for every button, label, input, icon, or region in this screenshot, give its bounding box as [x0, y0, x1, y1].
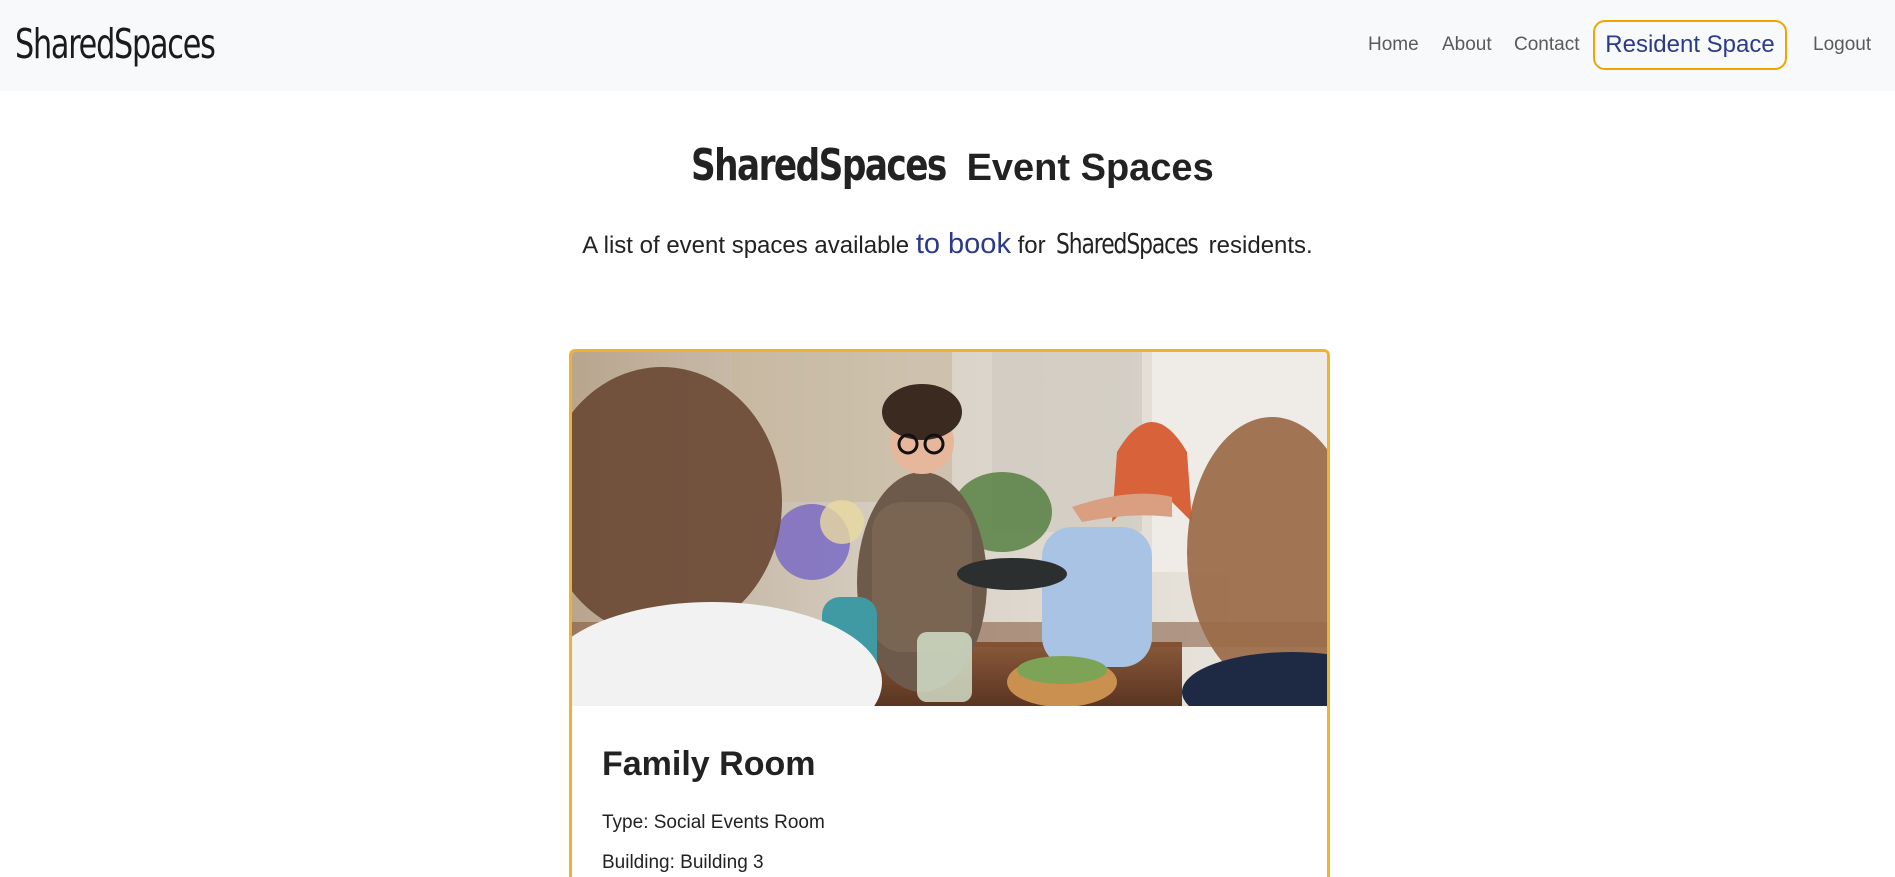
title-text: Event Spaces [956, 147, 1214, 189]
brand-logo[interactable]: SharedSpaces [15, 14, 216, 74]
space-name: Family Room [602, 745, 816, 783]
event-space-card[interactable]: Family Room Type: Social Events Room Bui… [569, 349, 1330, 877]
title-logo-word: SharedSpaces [691, 140, 947, 191]
space-type: Type: Social Events Room [602, 812, 825, 833]
nav-home-link[interactable]: Home [1368, 33, 1419, 57]
resident-space-button[interactable]: Resident Space [1593, 20, 1787, 70]
page-title: SharedSpaces Event Spaces [0, 136, 1895, 198]
space-building: Building: Building 3 [602, 852, 764, 873]
nav-contact-link[interactable]: Contact [1514, 33, 1579, 57]
subtitle-mid: for [1010, 232, 1053, 259]
dinner-gathering-illustration [572, 352, 1327, 706]
subtitle-pre: A list of event spaces available [582, 232, 916, 259]
to-book-link[interactable]: to book [916, 228, 1011, 260]
event-space-photo [572, 352, 1327, 706]
top-navbar: SharedSpaces Home About Contact Resident… [0, 0, 1895, 91]
subtitle-post: residents. [1202, 232, 1313, 259]
page-subtitle: A list of event spaces available to book… [0, 224, 1895, 266]
nav-about-link[interactable]: About [1442, 33, 1492, 57]
subtitle-logo-word: SharedSpaces [1056, 227, 1199, 260]
logout-link[interactable]: Logout [1813, 33, 1871, 57]
